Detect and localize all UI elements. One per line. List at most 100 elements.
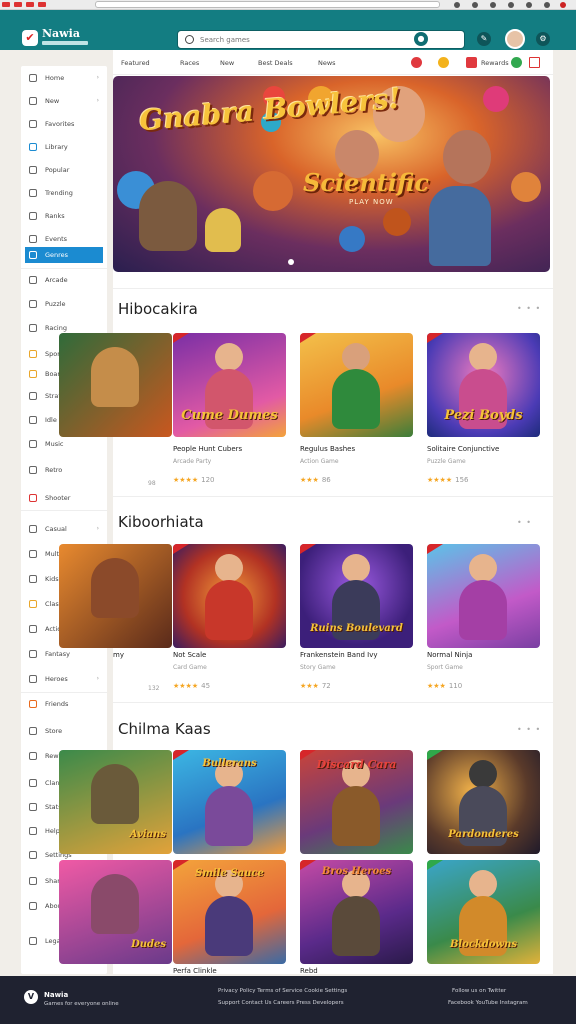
game-title[interactable]: Not Scale	[173, 651, 206, 659]
sidebar-item-puzzle[interactable]: Puzzle	[25, 296, 103, 312]
game-genre: Sport Game	[427, 664, 463, 671]
sidebar-item-events[interactable]: Events	[25, 231, 103, 247]
extension-icon[interactable]	[490, 2, 496, 8]
sidebar-item-favorites[interactable]: Favorites	[25, 116, 103, 132]
game-title[interactable]: Frankenstein Band Ivy	[300, 651, 378, 659]
more-icon[interactable]: • • •	[517, 725, 541, 734]
browser-tab-icon[interactable]	[14, 2, 22, 7]
game-card[interactable]: Bros Heroes	[300, 860, 413, 964]
game-card[interactable]: Avians	[59, 750, 172, 854]
hero-banner[interactable]: Gnabra Bowlers! Scientific PLAY NOW	[113, 76, 550, 272]
footer-links[interactable]: Privacy Policy Terms of Service Cookie S…	[218, 988, 347, 994]
messages-icon[interactable]: ✎	[477, 32, 491, 46]
sidebar-item-library[interactable]: Library	[25, 139, 103, 155]
footer: V Nawia Games for everyone online Privac…	[0, 976, 576, 1024]
sidebar-divider	[21, 692, 107, 693]
game-title[interactable]: Rebd	[300, 967, 318, 975]
sidebar-item-music[interactable]: Music	[25, 436, 103, 452]
game-art-figure	[332, 786, 380, 846]
calendar-icon	[29, 235, 37, 243]
game-art-figure	[205, 580, 253, 640]
more-icon[interactable]: • • •	[517, 304, 541, 313]
rating-stars: ★★★★ 156	[427, 476, 469, 484]
game-title[interactable]: People Hunt Cubers	[173, 445, 242, 453]
game-card[interactable]: Pezi Boyds	[427, 333, 540, 437]
footer-social-text: Follow us on Twitter	[452, 988, 507, 994]
avatar[interactable]	[505, 29, 525, 49]
sidebar-item-ranks[interactable]: Ranks	[25, 208, 103, 224]
new-badge	[300, 333, 316, 343]
game-card[interactable]: Dudes	[59, 860, 172, 964]
coin-icon[interactable]	[438, 57, 449, 68]
game-title[interactable]: Regulus Bashes	[300, 445, 355, 453]
game-card[interactable]: Cume Dumes	[173, 333, 286, 437]
alert-icon[interactable]	[411, 57, 422, 68]
logo[interactable]: ✔ Nawia	[22, 27, 90, 51]
subnav-featured[interactable]: Featured	[121, 59, 150, 67]
sidebar-item-heroes[interactable]: Heroes ›	[25, 671, 103, 687]
subnav-news[interactable]: News	[318, 59, 336, 67]
game-card[interactable]: Pardonderes	[427, 750, 540, 854]
game-title[interactable]: my	[113, 651, 124, 659]
extension-icon[interactable]	[526, 2, 532, 8]
extension-icon[interactable]	[454, 2, 460, 8]
sidebar-item-fantasy[interactable]: Fantasy	[25, 646, 103, 662]
game-art-figure	[342, 343, 370, 371]
game-card[interactable]	[59, 333, 172, 437]
subnav-rewards[interactable]: Rewards	[481, 59, 509, 67]
game-title[interactable]: Normal Ninja	[427, 651, 472, 659]
game-card[interactable]	[300, 333, 413, 437]
sidebar-item-trending[interactable]: Trending	[25, 185, 103, 201]
close-icon[interactable]	[560, 2, 566, 8]
decor-dot	[483, 86, 509, 112]
sidebar-item-arcade[interactable]: Arcade	[25, 272, 103, 288]
game-art-figure	[91, 558, 139, 618]
online-icon[interactable]	[511, 57, 522, 68]
extension-icon[interactable]	[472, 2, 478, 8]
game-card[interactable]: Smile Sauce	[173, 860, 286, 964]
game-card[interactable]: Ruins Boulevard	[300, 544, 413, 648]
game-card[interactable]: Discard Cara	[300, 750, 413, 854]
footer-social-links[interactable]: Facebook YouTube Instagram	[448, 1000, 528, 1006]
game-art-title: Pardonderes	[448, 829, 519, 840]
game-title[interactable]: Solitaire Conjunctive	[427, 445, 499, 453]
footer-logo-icon[interactable]: V	[24, 990, 38, 1004]
sidebar-item-popular[interactable]: Popular	[25, 162, 103, 178]
game-title[interactable]: Perfa Clinkle	[173, 967, 217, 975]
grid-view-icon[interactable]	[529, 57, 540, 68]
sidebar-item-store[interactable]: Store	[25, 723, 103, 739]
sidebar-item-casual[interactable]: Casual ›	[25, 521, 103, 537]
search-input[interactable]	[200, 34, 450, 46]
sidebar-item-shooter[interactable]: Shooter	[25, 490, 103, 506]
game-card[interactable]: Blockdowns	[427, 860, 540, 964]
subnav-races[interactable]: Races	[180, 59, 199, 67]
sidebar-item-friends[interactable]: Friends	[25, 696, 103, 712]
carousel-indicator[interactable]	[288, 259, 294, 265]
game-card[interactable]	[427, 544, 540, 648]
game-art-title: Bullerans	[202, 758, 257, 769]
sidebar-item-new[interactable]: New ›	[25, 93, 103, 109]
more-icon[interactable]: • •	[517, 518, 532, 527]
subnav-best-deals[interactable]: Best Deals	[258, 59, 293, 67]
browser-tab-icon[interactable]	[26, 2, 34, 7]
address-bar[interactable]	[95, 1, 440, 8]
game-card[interactable]	[173, 544, 286, 648]
game-art-title: Dudes	[131, 939, 166, 950]
tag-icon	[29, 466, 37, 474]
browser-tab-icon[interactable]	[2, 2, 10, 7]
settings-icon[interactable]: ⚙	[536, 32, 550, 46]
sidebar-item-genres[interactable]: Genres	[25, 247, 103, 263]
rating-stars: ★★★ 72	[300, 682, 331, 690]
game-card[interactable]	[59, 544, 172, 648]
browser-tab-icon[interactable]	[38, 2, 46, 7]
rocket-icon[interactable]	[466, 57, 477, 68]
extension-icon[interactable]	[508, 2, 514, 8]
menu-icon[interactable]	[544, 2, 550, 8]
game-card[interactable]: Bullerans	[173, 750, 286, 854]
sidebar-item-retro[interactable]: Retro	[25, 462, 103, 478]
sidebar-divider	[21, 510, 107, 511]
footer-links[interactable]: Support Contact Us Careers Press Develop…	[218, 1000, 344, 1006]
notification-icon[interactable]: ●	[414, 32, 428, 46]
subnav-new[interactable]: New	[220, 59, 234, 67]
sidebar-item-home[interactable]: Home ›	[25, 70, 103, 86]
